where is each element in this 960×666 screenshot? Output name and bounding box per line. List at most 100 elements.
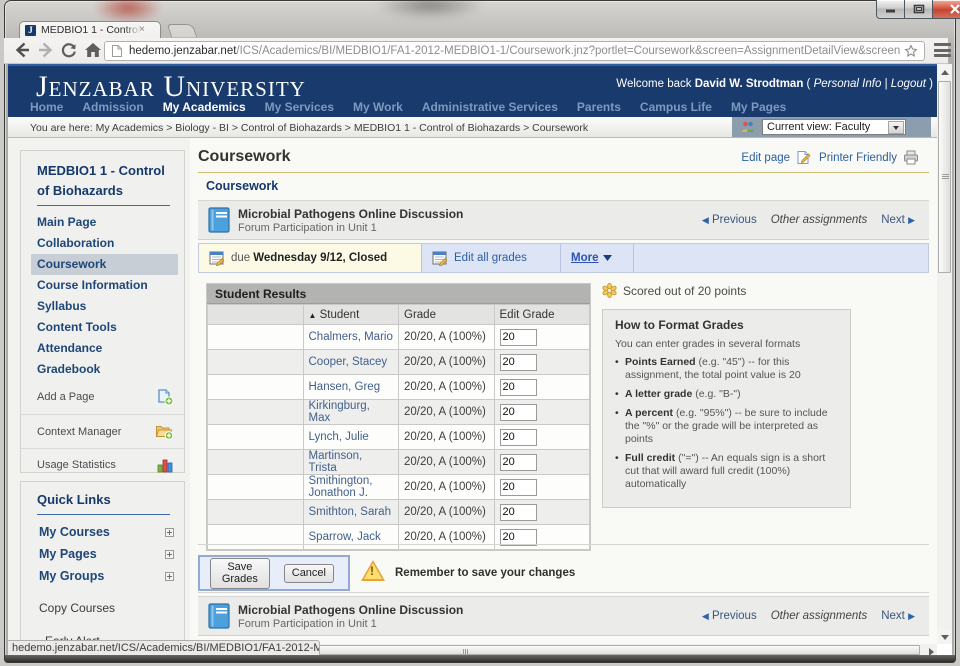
bookmark-star-icon[interactable] [904, 44, 918, 58]
quick-link-my-courses[interactable]: My Courses [21, 521, 184, 543]
previous-link[interactable]: Previous [712, 610, 757, 622]
bullet-lead: Points Earned [625, 356, 696, 368]
edit-all-grades-link[interactable]: Edit all grades [454, 252, 527, 264]
sidebar-add-a-page[interactable]: Add a Page [21, 380, 184, 414]
sidebar-item-attendance[interactable]: Attendance [21, 338, 184, 359]
sidebar-item-main-page[interactable]: Main Page [21, 212, 184, 233]
grade-input[interactable] [500, 379, 537, 396]
browser-menu-icon[interactable] [934, 43, 951, 58]
student-link[interactable]: Lynch, Julie [309, 431, 369, 443]
usage-statistics-label: Usage Statistics [37, 459, 157, 471]
next-link[interactable]: Next [881, 214, 905, 226]
nav-my-services[interactable]: My Services [265, 98, 334, 119]
next-link[interactable]: Next [881, 610, 905, 622]
maximize-button[interactable] [905, 0, 932, 19]
nav-my-work[interactable]: My Work [353, 98, 403, 119]
student-link[interactable]: Smithington, Jonathon J. [309, 475, 373, 499]
save-grades-button[interactable]: Save Grades [210, 558, 270, 589]
grade-input[interactable] [500, 529, 537, 546]
expand-plus-icon[interactable] [165, 528, 174, 537]
sidebar-item-syllabus[interactable]: Syllabus [21, 296, 184, 317]
grade-value: 20/20, A (100%) [404, 406, 486, 418]
more-link[interactable]: More [571, 252, 598, 264]
breadcrumb-label: You are here: [30, 122, 93, 134]
previous-link[interactable]: Previous [712, 214, 757, 226]
student-link[interactable]: Martinson, Trista [309, 450, 363, 474]
nav-my-academics[interactable]: My Academics [163, 98, 246, 119]
grade-input[interactable] [500, 504, 537, 521]
sidebar-item-course-information[interactable]: Course Information [21, 275, 184, 296]
back-icon[interactable] [12, 40, 32, 60]
col-header-grade[interactable]: Grade [399, 305, 495, 325]
nav-campus-life[interactable]: Campus Life [640, 98, 712, 119]
col-header-student[interactable]: ▲ Student [303, 305, 399, 325]
nav-my-pages[interactable]: My Pages [731, 98, 786, 119]
browser-tab[interactable]: J MEDBIO1 1 - Control of Bio × [19, 21, 161, 38]
sidebar-context-manager[interactable]: Context Manager [21, 415, 184, 448]
edit-page-icon[interactable] [796, 150, 811, 165]
table-row: Smithton, Sarah20/20, A (100%) [208, 500, 590, 525]
expand-plus-icon[interactable] [165, 550, 174, 559]
student-link[interactable]: Kirkingburg, Max [309, 400, 370, 424]
new-tab-button[interactable] [167, 24, 197, 37]
minimize-button[interactable] [876, 0, 905, 19]
assignment-title: Microbial Pathogens Online Discussion [238, 603, 463, 617]
logout-link[interactable]: Logout [891, 78, 926, 90]
breadcrumb-bar: You are here: My Academics > Biology - B… [8, 117, 937, 138]
scroll-up-button[interactable] [937, 64, 952, 80]
grade-input[interactable] [500, 429, 537, 446]
grade-input[interactable] [500, 479, 537, 496]
welcome-bar: Welcome back David W. Strodtman ( Person… [616, 78, 933, 90]
student-link[interactable]: Chalmers, Mario [309, 331, 393, 343]
current-view-select[interactable]: Current view: Faculty [762, 119, 906, 135]
breadcrumb-path[interactable]: My Academics > Biology - BI > Control of… [96, 122, 589, 134]
quick-link-copy-courses[interactable]: Copy Courses [21, 595, 184, 622]
table-row: Cooper, Stacey20/20, A (100%) [208, 350, 590, 375]
grade-input[interactable] [500, 404, 537, 421]
student-link[interactable]: Hansen, Greg [309, 381, 381, 393]
col-header-edit-grade[interactable]: Edit Grade [494, 305, 590, 325]
home-icon[interactable] [83, 40, 103, 60]
howto-bullet: Full credit ("=") -- An equals sign is a… [615, 452, 840, 491]
personal-info-link[interactable]: Personal Info [814, 78, 882, 90]
forward-icon[interactable] [36, 40, 56, 60]
expand-plus-icon[interactable] [165, 572, 174, 581]
cancel-button[interactable]: Cancel [284, 564, 334, 583]
sidebar-item-gradebook[interactable]: Gradebook [21, 359, 184, 380]
sidebar-usage-statistics[interactable]: Usage Statistics [21, 449, 184, 481]
quick-link-my-groups[interactable]: My Groups [21, 565, 184, 587]
grade-input[interactable] [500, 454, 537, 471]
col-student-label: Student [320, 309, 360, 321]
reload-icon[interactable] [59, 40, 79, 60]
sidebar-item-collaboration[interactable]: Collaboration [21, 233, 184, 254]
vertical-scrollbar[interactable] [937, 64, 952, 645]
window-caption-buttons [876, 0, 960, 20]
previous-arrow-icon: ◀ [702, 611, 709, 622]
close-button[interactable] [932, 0, 960, 19]
address-bar[interactable]: hedemo.jenzabar.net/ICS/Academics/BI/MED… [104, 41, 925, 61]
nav-parents[interactable]: Parents [577, 98, 621, 119]
next-arrow-icon: ▶ [908, 611, 915, 622]
student-link[interactable]: Smithton, Sarah [309, 506, 391, 518]
other-assignments-link[interactable]: Other assignments [771, 610, 868, 622]
more-menu[interactable]: More [561, 244, 634, 272]
printer-friendly-link[interactable]: Printer Friendly [819, 152, 897, 164]
edit-page-link[interactable]: Edit page [741, 152, 790, 164]
sidebar-item-content-tools[interactable]: Content Tools [21, 317, 184, 338]
chevron-down-icon [603, 255, 612, 261]
other-assignments-link[interactable]: Other assignments [771, 214, 868, 226]
grade-input[interactable] [500, 329, 537, 346]
edit-all-grades-cell[interactable]: Edit all grades [422, 244, 561, 272]
student-link[interactable]: Cooper, Stacey [309, 356, 388, 368]
student-link[interactable]: Sparrow, Jack [309, 531, 381, 543]
toolbar-spacer [634, 244, 928, 272]
nav-admission[interactable]: Admission [82, 98, 143, 119]
printer-icon[interactable] [903, 150, 919, 165]
nav-home[interactable]: Home [30, 98, 63, 119]
grade-input[interactable] [500, 354, 537, 371]
scroll-down-button[interactable] [937, 629, 952, 645]
sidebar-item-coursework[interactable]: Coursework [31, 254, 178, 275]
nav-administrative-services[interactable]: Administrative Services [422, 98, 558, 119]
quick-link-my-pages[interactable]: My Pages [21, 543, 184, 565]
vertical-scroll-thumb[interactable] [938, 81, 951, 273]
